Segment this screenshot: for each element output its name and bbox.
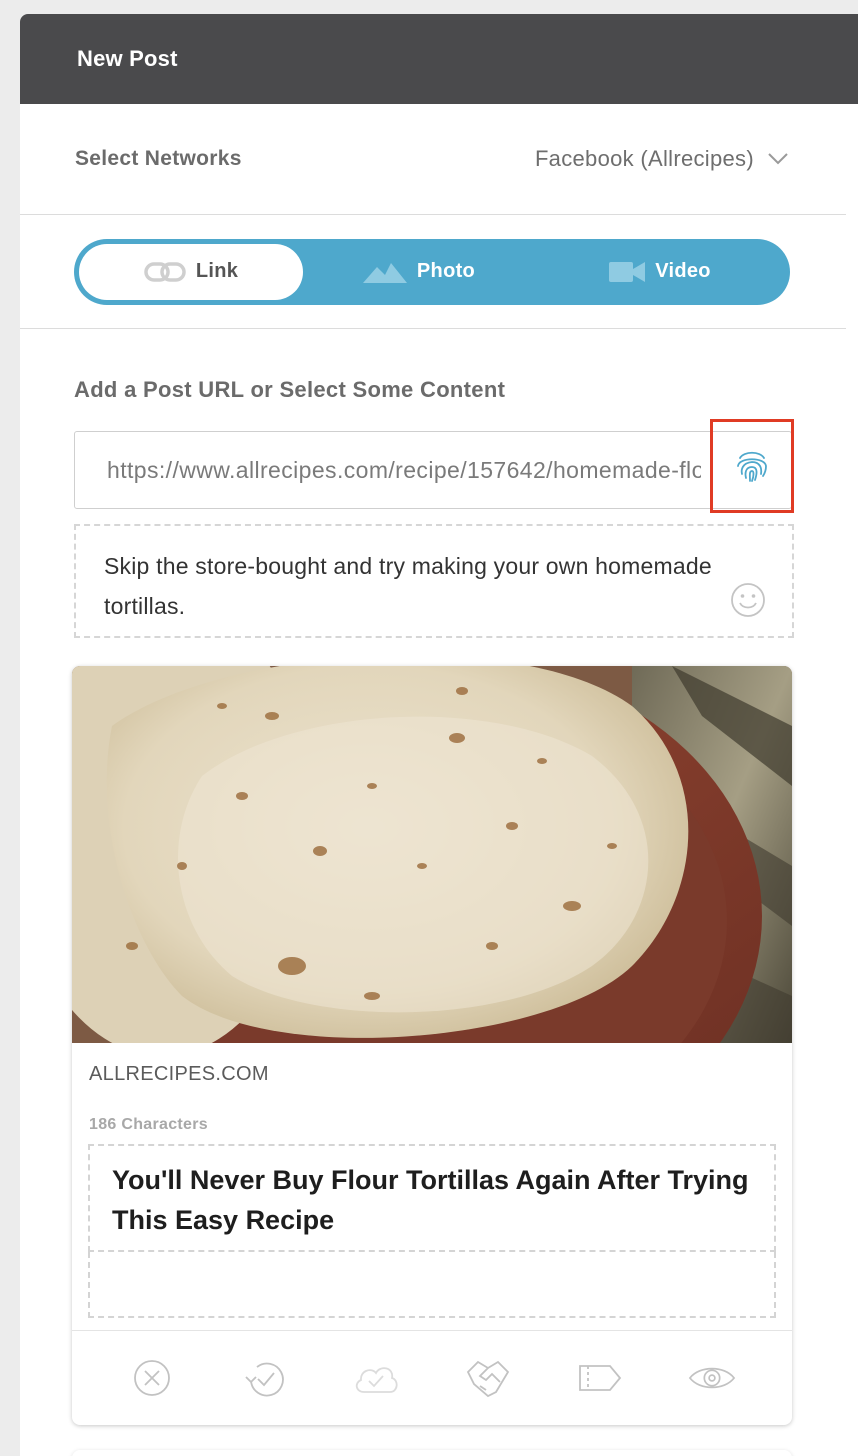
smiley-icon[interactable]	[730, 582, 766, 618]
tab-photo[interactable]: Photo	[303, 244, 535, 300]
content-section-title: Add a Post URL or Select Some Content	[74, 377, 506, 402]
cloud-check-icon	[355, 1367, 398, 1393]
next-card-edge	[72, 1450, 792, 1456]
network-selected-value: Facebook (Allrecipes)	[534, 146, 754, 171]
tag-button[interactable]	[576, 1354, 624, 1402]
remove-circle-icon	[134, 1360, 170, 1396]
network-dropdown[interactable]: Facebook (Allrecipes)	[535, 146, 788, 172]
tag-icon	[579, 1365, 622, 1391]
preview-headline-field[interactable]: You'll Never Buy Flour Tortillas Again A…	[88, 1144, 776, 1252]
content-section: Add a Post URL or Select Some Content Sk…	[20, 377, 846, 1425]
cloud-save-button[interactable]	[352, 1354, 400, 1402]
post-type-segmented-control: Link Photo Video	[74, 238, 790, 305]
url-field-wrapper	[74, 419, 794, 513]
reschedule-check-icon	[245, 1362, 284, 1397]
tab-photo-label: Photo	[416, 260, 476, 282]
post-message-field[interactable]: Skip the store-bought and try making you…	[74, 524, 794, 638]
link-preview-card: ALLRECIPES.COM 186 Characters You'll Nev…	[72, 666, 792, 1425]
select-networks-row: Select Networks Facebook (Allrecipes)	[20, 104, 846, 215]
video-camera-icon	[609, 261, 646, 282]
tab-video-label: Video	[655, 260, 711, 282]
fingerprint-icon	[737, 451, 767, 482]
post-type-row: Link Photo Video	[20, 215, 846, 329]
mountain-photo-icon	[362, 262, 407, 283]
post-url-input[interactable]	[74, 431, 792, 509]
chevron-down-icon	[768, 153, 788, 165]
remove-button[interactable]	[128, 1354, 176, 1402]
character-count: 186 Characters	[89, 1116, 208, 1133]
card-action-toolbar	[72, 1330, 792, 1425]
new-post-panel: New Post Select Networks Facebook (Allre…	[20, 14, 858, 1456]
preview-description-field[interactable]	[88, 1252, 776, 1318]
reschedule-button[interactable]	[240, 1354, 288, 1402]
link-icon	[144, 261, 186, 282]
partnership-button[interactable]	[464, 1354, 512, 1402]
fingerprint-button[interactable]	[710, 419, 794, 513]
eye-preview-icon	[688, 1367, 736, 1389]
tab-video[interactable]: Video	[535, 244, 785, 300]
preview-domain: ALLRECIPES.COM	[89, 1063, 269, 1085]
preview-headline-text: You'll Never Buy Flour Tortillas Again A…	[112, 1165, 749, 1235]
tab-link[interactable]: Link	[79, 243, 303, 300]
handshake-icon	[466, 1360, 510, 1398]
panel-title: New Post	[77, 46, 178, 71]
tortilla-preview-image[interactable]	[72, 666, 792, 1043]
tab-link-label: Link	[195, 260, 239, 282]
panel-header: New Post	[20, 14, 858, 104]
post-message-text: Skip the store-bought and try making you…	[104, 553, 712, 619]
select-networks-label: Select Networks	[75, 147, 242, 170]
preview-button[interactable]	[688, 1354, 736, 1402]
